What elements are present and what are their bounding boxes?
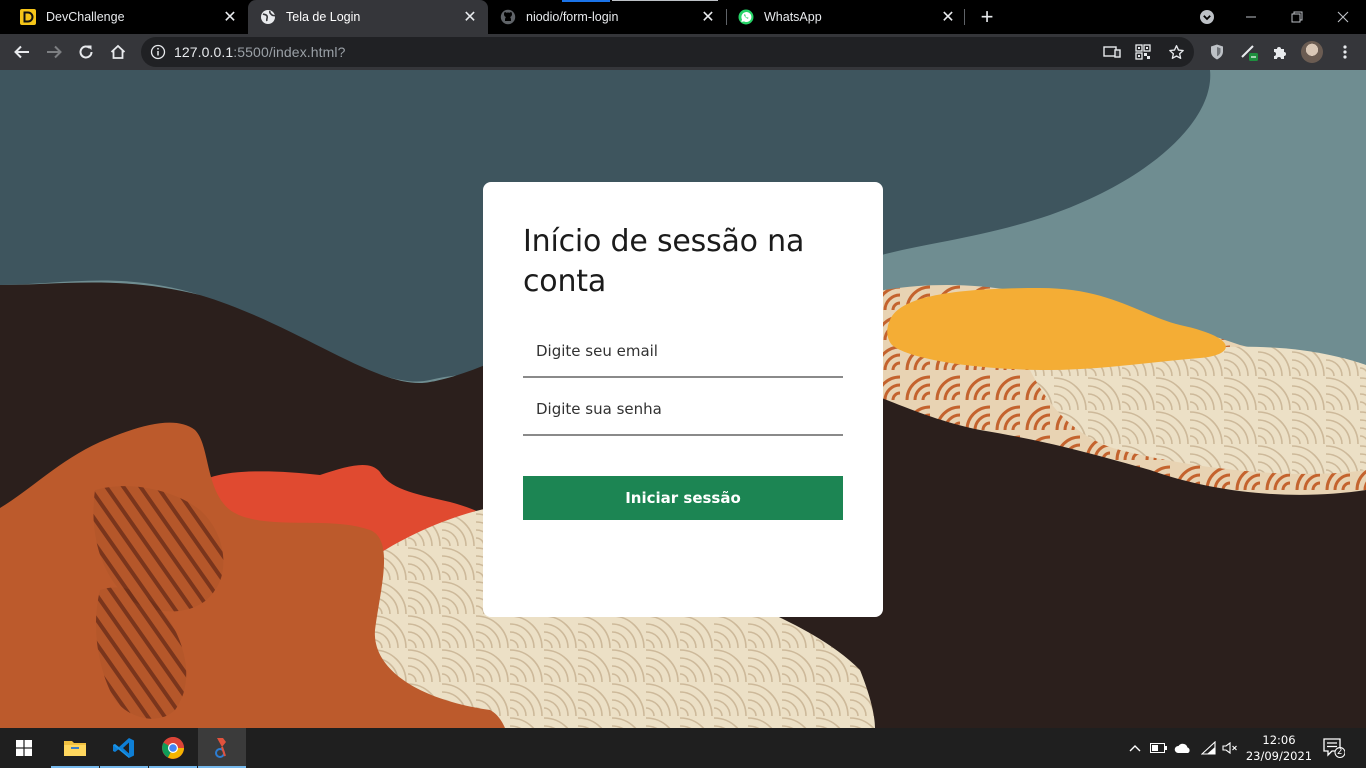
tab-progress-indicator (562, 0, 610, 2)
tab-title: DevChallenge (46, 10, 125, 24)
folder-icon (64, 741, 86, 756)
show-hidden-icons-button[interactable] (1124, 728, 1146, 768)
browser-tab-strip: DevChallenge ✕ Tela de Login ✕ niodio/fo… (0, 0, 1366, 34)
address-bar[interactable]: 127.0.0.1:5500/index.html? (141, 37, 1194, 67)
close-window-button[interactable] (1320, 0, 1366, 34)
qr-code-icon[interactable] (1129, 37, 1157, 67)
reload-button[interactable] (72, 38, 100, 66)
login-form (523, 320, 843, 436)
globe-icon (260, 9, 276, 25)
notification-count-badge: 2 (1337, 747, 1343, 757)
clock-date: 23/09/2021 (1245, 749, 1313, 763)
new-tab-button[interactable]: + (976, 4, 998, 29)
start-button[interactable] (0, 728, 48, 768)
taskbar-clock[interactable]: 12:06 23/09/2021 (1244, 732, 1314, 764)
whatsapp-icon (738, 9, 754, 25)
clock-time: 12:06 (1262, 733, 1296, 747)
minimize-button[interactable] (1228, 0, 1274, 34)
chevron-up-icon (1129, 745, 1141, 752)
close-tab-icon[interactable]: ✕ (700, 9, 716, 26)
login-title: Início de sessão na conta (523, 224, 805, 299)
tab-tela-de-login[interactable]: Tela de Login ✕ (248, 0, 488, 34)
login-card: Início de sessão na conta Iniciar sessão (483, 182, 883, 617)
windows-taskbar: 12:06 23/09/2021 2 (0, 728, 1366, 768)
arrow-right-icon (47, 45, 62, 59)
speaker-muted-icon[interactable] (1219, 728, 1241, 768)
battery-icon[interactable] (1148, 728, 1170, 768)
vscode-icon (113, 738, 134, 758)
tab-separator (964, 9, 965, 25)
url-text[interactable]: 127.0.0.1:5500/index.html? (174, 44, 346, 60)
home-icon (110, 44, 126, 59)
close-tab-icon[interactable]: ✕ (940, 9, 956, 26)
windows-logo-icon (16, 740, 32, 756)
file-explorer-taskbar-button[interactable] (51, 728, 99, 768)
forward-button[interactable] (40, 38, 68, 66)
chrome-taskbar-button[interactable] (149, 728, 197, 768)
chrome-icon (162, 737, 184, 759)
snipping-tool-taskbar-button[interactable] (198, 728, 246, 768)
password-field-wrapper (523, 378, 843, 436)
shield-extension-icon[interactable] (1203, 38, 1231, 66)
star-bookmark-icon[interactable] (1162, 37, 1190, 67)
wifi-icon[interactable] (1198, 728, 1220, 768)
tab-github-form-login[interactable]: niodio/form-login ✕ (488, 0, 726, 34)
password-input[interactable] (536, 400, 843, 418)
vscode-taskbar-button[interactable] (100, 728, 148, 768)
chevron-down-circle-icon (1200, 10, 1214, 24)
more-menu-button[interactable] (1331, 38, 1359, 66)
tab-devchallenge[interactable]: DevChallenge ✕ (8, 0, 248, 34)
close-tab-icon[interactable]: ✕ (462, 9, 478, 26)
tab-title: WhatsApp (764, 10, 822, 24)
restore-button[interactable] (1274, 0, 1320, 34)
browser-toolbar: 127.0.0.1:5500/index.html? (0, 34, 1366, 70)
page-viewport: Início de sessão na conta Iniciar sessão (0, 70, 1366, 728)
close-icon (1337, 11, 1349, 23)
back-button[interactable] (8, 38, 36, 66)
extensions-puzzle-icon[interactable] (1266, 38, 1294, 66)
reload-icon (79, 45, 93, 59)
github-icon (500, 9, 516, 25)
url-path: :5500/index.html? (233, 44, 346, 60)
tab-whatsapp[interactable]: WhatsApp ✕ (726, 0, 966, 34)
notifications-button[interactable]: 2 (1318, 728, 1350, 768)
arrow-left-icon (14, 45, 29, 59)
restore-icon (1291, 11, 1303, 23)
tab-progress-track (612, 0, 718, 1)
submit-login-button[interactable]: Iniciar sessão (523, 476, 843, 520)
url-host: 127.0.0.1 (174, 44, 234, 60)
minimize-icon (1246, 16, 1256, 18)
kebab-menu-icon (1343, 45, 1347, 59)
close-tab-icon[interactable]: ✕ (222, 9, 238, 26)
site-info-icon[interactable] (143, 37, 173, 67)
tab-title: niodio/form-login (526, 10, 619, 24)
devchallenge-d-icon (20, 9, 36, 25)
pen-extension-icon[interactable] (1235, 38, 1263, 66)
tab-title: Tela de Login (286, 10, 361, 24)
onedrive-cloud-icon[interactable] (1172, 728, 1194, 768)
email-field-wrapper (523, 320, 843, 378)
cast-icon[interactable] (1098, 37, 1126, 67)
tab-search-button[interactable] (1184, 0, 1230, 34)
profile-avatar[interactable] (1301, 41, 1323, 63)
scissors-app-icon (215, 738, 226, 758)
email-input[interactable] (536, 342, 843, 360)
home-button[interactable] (104, 38, 132, 66)
